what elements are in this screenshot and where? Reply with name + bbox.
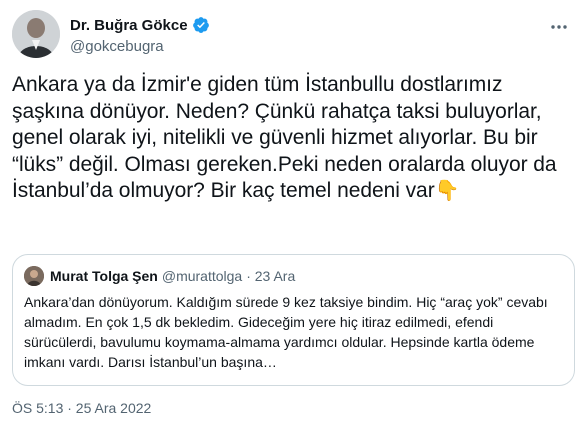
quoted-author-name: Murat Tolga Şen <box>50 268 158 284</box>
author-display-name[interactable]: Dr. Buğra Gökce <box>70 17 188 34</box>
verified-badge-icon <box>192 16 210 34</box>
author-name-row: Dr. Buğra Gökce <box>70 15 210 35</box>
quoted-author-avatar <box>24 266 44 286</box>
tweet-timestamp[interactable]: ÖS 5:13 · 25 Ara 2022 <box>12 400 151 416</box>
author-handle[interactable]: @gokcebugra <box>70 38 210 55</box>
tweet-body: Ankara ya da İzmir'e giden tüm İstanbull… <box>12 72 572 205</box>
quoted-tweet-text: Ankara’dan dönüyorum. Kaldığım sürede 9 … <box>24 294 548 370</box>
author-avatar[interactable] <box>12 10 60 58</box>
quoted-tweet-date: · 23 Ara <box>246 268 296 284</box>
author-info: Dr. Buğra Gökce @gokcebugra <box>70 15 210 55</box>
quoted-tweet[interactable]: Murat Tolga Şen @murattolga · 23 Ara Ank… <box>12 254 575 386</box>
more-dots-icon[interactable] <box>548 16 570 38</box>
tweet-header: Dr. Buğra Gökce @gokcebugra <box>12 10 572 60</box>
tweet-text: Ankara ya da İzmir'e giden tüm İstanbull… <box>12 73 563 203</box>
quoted-author-handle: @murattolga <box>161 268 243 284</box>
pointing-down-emoji: 👇 <box>434 180 460 203</box>
quoted-tweet-header: Murat Tolga Şen @murattolga · 23 Ara <box>24 266 295 286</box>
